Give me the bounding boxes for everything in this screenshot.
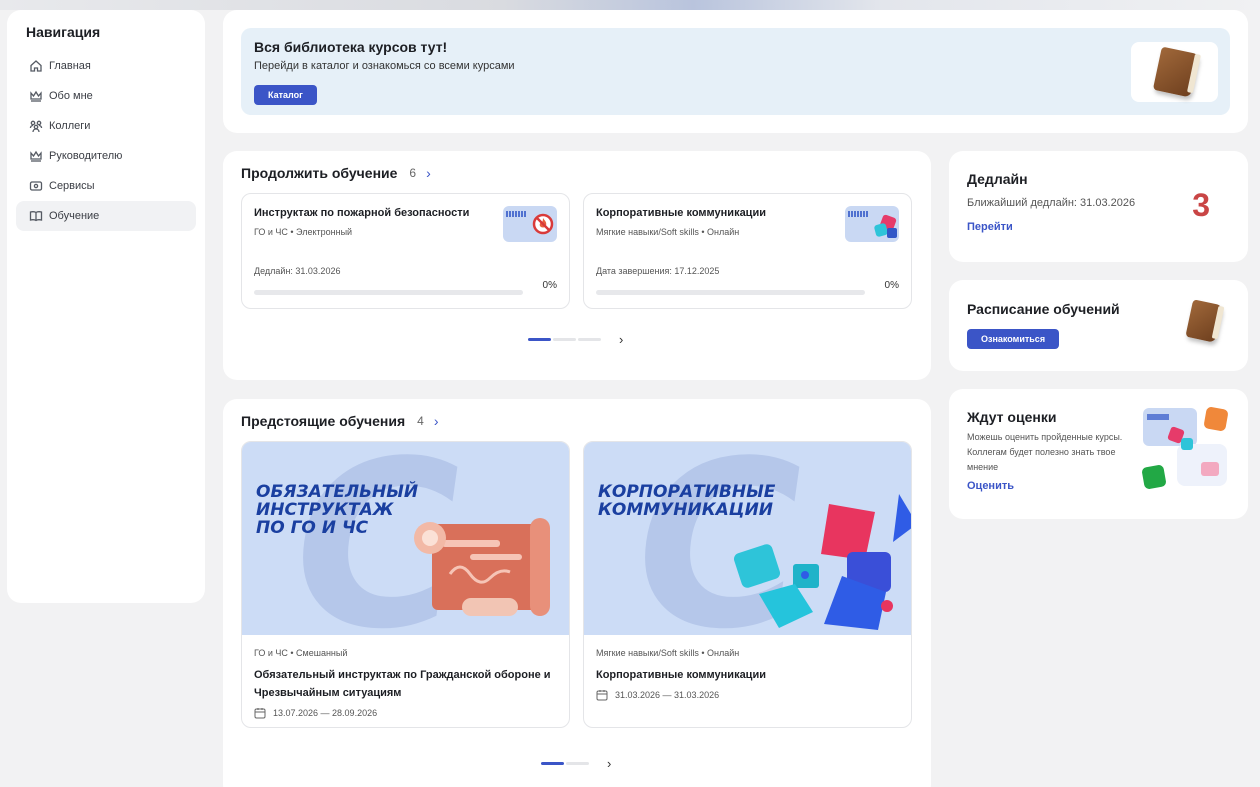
sidebar-item-colleagues[interactable]: Коллеги — [16, 111, 196, 141]
book-icon — [29, 211, 43, 222]
book-illustration — [1185, 299, 1225, 343]
course-dates: 13.07.2026 — 28.09.2026 — [254, 707, 557, 719]
section-title: Продолжить обучение — [241, 165, 398, 181]
sidebar-item-learning[interactable]: Обучение — [16, 201, 196, 231]
crown-icon — [30, 90, 42, 102]
course-card[interactable]: Инструктаж по пожарной безопасности ГО и… — [241, 193, 570, 309]
section-title: Предстоящие обучения — [241, 413, 406, 429]
progress-bar — [596, 290, 865, 295]
deadline-text: Ближайший дедлайн: 31.03.2026 — [967, 197, 1136, 209]
shapes-illustration — [733, 494, 911, 630]
course-thumbnail — [845, 206, 899, 242]
sidebar-item-label: Обо мне — [49, 90, 93, 102]
course-deadline: Дата завершения: 17.12.2025 — [596, 266, 720, 276]
date-range: 31.03.2026 — 31.03.2026 — [615, 690, 720, 700]
scroll-illustration — [414, 518, 550, 616]
no-fire-icon — [532, 213, 554, 235]
carousel-pagination: › — [528, 332, 623, 347]
ratings-card: Ждут оценки Можешь оценить пройденные ку… — [949, 389, 1248, 519]
crown-icon — [30, 150, 42, 162]
course-meta: ГО и ЧС • Смешанный — [254, 648, 348, 658]
course-meta: Мягкие навыки/Soft skills • Онлайн — [596, 648, 740, 658]
pagination-dot[interactable] — [528, 338, 551, 341]
chevron-right-icon[interactable]: › — [434, 413, 439, 429]
sidebar-item-label: Обучение — [49, 210, 100, 222]
course-cover-image: С КОРПОРАТИВНЫЕ КОММУНИКАЦИИ — [584, 442, 911, 635]
catalog-button[interactable]: Каталог — [254, 85, 317, 105]
progress-percent: 0% — [542, 280, 557, 291]
course-title: Обязательный инструктаж по Гражданской о… — [254, 669, 551, 699]
deadline-count: 3 — [1192, 187, 1210, 223]
pagination-dot[interactable] — [578, 338, 601, 341]
carousel-pagination: › — [541, 756, 611, 771]
ratings-text: Можешь оценить пройденные курсы. Коллега… — [967, 432, 1123, 472]
banner-title: Вся библиотека курсов тут! — [254, 39, 448, 55]
cover-title: ОБЯЗАТЕЛЬНЫЙ ИНСТРУКТАЖ ПО ГО И ЧС — [256, 482, 419, 538]
section-count: 6 — [409, 166, 417, 180]
go-link[interactable]: Перейти — [967, 221, 1013, 233]
course-deadline: Дедлайн: 31.03.2026 — [254, 266, 341, 276]
pagination-dot[interactable] — [566, 762, 589, 765]
book-illustration — [1131, 42, 1218, 102]
ticket-icon — [29, 181, 43, 191]
catalog-banner-card: Вся библиотека курсов тут! Перейди в кат… — [223, 10, 1248, 133]
calendar-icon — [596, 690, 608, 701]
calendar-icon — [254, 708, 266, 719]
deadline-card: Дедлайн Ближайший дедлайн: 31.03.2026 Пе… — [949, 151, 1248, 262]
sidebar-item-services[interactable]: Сервисы — [16, 171, 196, 201]
sidebar-item-label: Сервисы — [49, 180, 95, 192]
section-count: 4 — [417, 414, 424, 428]
people-icon — [29, 120, 43, 133]
nav-title: Навигация — [26, 24, 101, 40]
upcoming-learning-section: Предстоящие обучения 4 › С ОБЯЗАТЕЛЬНЫЙ … — [223, 399, 931, 787]
chevron-right-icon[interactable]: › — [426, 165, 431, 181]
upcoming-course-card[interactable]: С ОБЯЗАТЕЛЬНЫЙ ИНСТРУКТАЖ ПО ГО И ЧС ГО … — [241, 441, 570, 728]
view-schedule-button[interactable]: Ознакомиться — [967, 329, 1060, 349]
sidebar-item-label: Главная — [49, 60, 91, 72]
upcoming-course-card[interactable]: С КОРПОРАТИВНЫЕ КОММУНИКАЦИИ Мягкие навы… — [583, 441, 912, 728]
schedule-card: Расписание обучений Ознакомиться — [949, 280, 1248, 371]
banner-subtitle: Перейди в каталог и ознакомься со всеми … — [254, 60, 515, 72]
pagination-dot[interactable] — [541, 762, 564, 765]
progress-percent: 0% — [884, 280, 899, 291]
home-icon — [30, 60, 42, 72]
rate-link[interactable]: Оценить — [967, 480, 1014, 492]
upcoming-learning-header[interactable]: Предстоящие обучения 4 › — [241, 413, 913, 429]
ratings-illustration — [1142, 407, 1228, 489]
sidebar-item-label: Коллеги — [49, 120, 91, 132]
course-card[interactable]: Корпоративные коммуникации Мягкие навыки… — [583, 193, 912, 309]
sidebar-item-manager[interactable]: Руководителю — [16, 141, 196, 171]
course-cover-image: С ОБЯЗАТЕЛЬНЫЙ ИНСТРУКТАЖ ПО ГО И ЧС — [242, 442, 569, 635]
pagination-dot[interactable] — [553, 338, 576, 341]
continue-learning-section: Продолжить обучение 6 › Инструктаж по по… — [223, 151, 931, 380]
progress-bar — [254, 290, 523, 295]
course-title: Корпоративные коммуникации — [596, 669, 766, 681]
chevron-right-icon[interactable]: › — [619, 332, 623, 347]
catalog-banner: Вся библиотека курсов тут! Перейди в кат… — [241, 28, 1230, 115]
course-dates: 31.03.2026 — 31.03.2026 — [596, 689, 899, 701]
sidebar-item-about[interactable]: Обо мне — [16, 81, 196, 111]
header-background — [0, 0, 1260, 10]
sidebar-item-home[interactable]: Главная — [16, 51, 196, 81]
date-range: 13.07.2026 — 28.09.2026 — [273, 708, 378, 718]
continue-learning-header[interactable]: Продолжить обучение 6 › — [241, 165, 913, 181]
sidebar-item-label: Руководителю — [49, 150, 123, 162]
sidebar: Навигация Главная Обо мне Коллеги Руково… — [7, 10, 205, 603]
course-thumbnail — [503, 206, 557, 242]
chevron-right-icon[interactable]: › — [607, 756, 611, 771]
deadline-title: Дедлайн — [967, 171, 1028, 187]
